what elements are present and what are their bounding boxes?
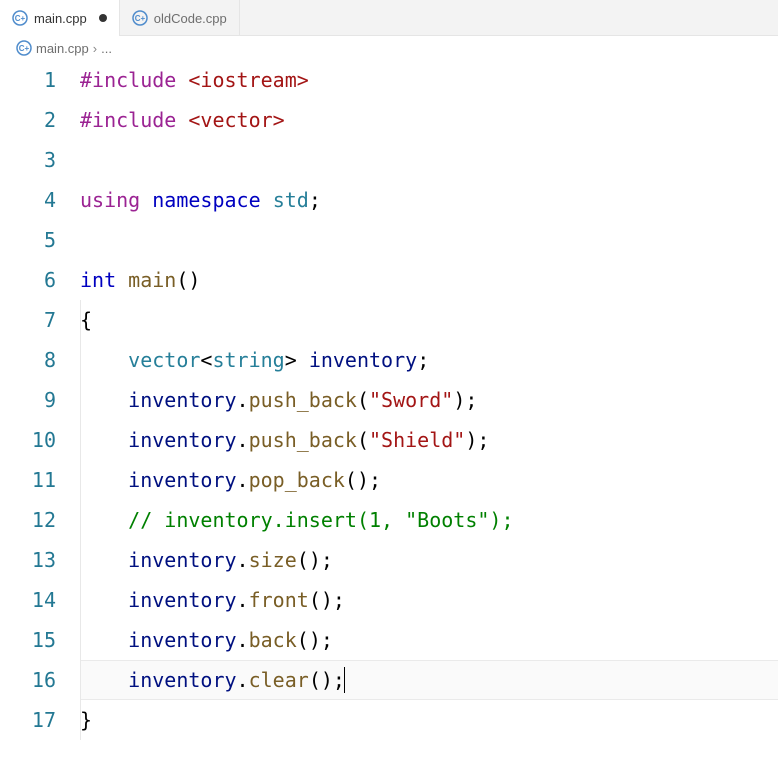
code-line[interactable]: #include <vector> [80,100,778,140]
line-number-gutter: 1 2 3 4 5 6 7 8 9 10 11 12 13 14 15 16 1… [0,60,80,740]
tab-label: oldCode.cpp [154,11,227,26]
line-number: 7 [0,300,56,340]
tab-main-cpp[interactable]: C+ main.cpp [0,0,120,36]
breadcrumb[interactable]: C+ main.cpp › ... [0,36,778,60]
line-number: 9 [0,380,56,420]
code-line[interactable]: #include <iostream> [80,60,778,100]
svg-text:C+: C+ [15,14,26,23]
code-line[interactable] [80,220,778,260]
code-line[interactable]: int main() [80,260,778,300]
tabs-bar: C+ main.cpp C+ oldCode.cpp [0,0,778,36]
code-editor[interactable]: 1 2 3 4 5 6 7 8 9 10 11 12 13 14 15 16 1… [0,60,778,740]
code-line[interactable]: inventory.clear(); [80,660,778,700]
cpp-file-icon: C+ [132,10,148,26]
line-number: 2 [0,100,56,140]
cpp-file-icon: C+ [12,10,28,26]
line-number: 16 [0,660,56,700]
line-number: 1 [0,60,56,100]
chevron-right-icon: › [93,41,97,56]
code-line[interactable]: vector<string> inventory; [80,340,778,380]
tab-label: main.cpp [34,11,87,26]
line-number: 3 [0,140,56,180]
text-cursor-icon [344,667,346,693]
code-line[interactable]: using namespace std; [80,180,778,220]
breadcrumb-file: main.cpp [36,41,89,56]
cpp-file-icon: C+ [16,40,32,56]
code-line[interactable]: inventory.size(); [80,540,778,580]
line-number: 5 [0,220,56,260]
line-number: 11 [0,460,56,500]
code-line[interactable]: { [80,300,778,340]
line-number: 14 [0,580,56,620]
line-number: 10 [0,420,56,460]
line-number: 8 [0,340,56,380]
code-line[interactable]: inventory.pop_back(); [80,460,778,500]
code-line[interactable]: inventory.push_back("Sword"); [80,380,778,420]
code-line[interactable]: // inventory.insert(1, "Boots"); [80,500,778,540]
svg-text:C+: C+ [135,14,146,23]
code-line[interactable]: inventory.back(); [80,620,778,660]
svg-text:C+: C+ [19,44,30,53]
code-line[interactable]: } [80,700,778,740]
line-number: 12 [0,500,56,540]
line-number: 15 [0,620,56,660]
code-line[interactable] [80,140,778,180]
line-number: 13 [0,540,56,580]
line-number: 17 [0,700,56,740]
tab-oldcode-cpp[interactable]: C+ oldCode.cpp [120,0,240,36]
code-line[interactable]: inventory.push_back("Shield"); [80,420,778,460]
breadcrumb-more: ... [101,41,112,56]
code-line[interactable]: inventory.front(); [80,580,778,620]
line-number: 6 [0,260,56,300]
code-area[interactable]: #include <iostream> #include <vector> us… [80,60,778,740]
line-number: 4 [0,180,56,220]
dirty-indicator-icon [99,14,107,22]
